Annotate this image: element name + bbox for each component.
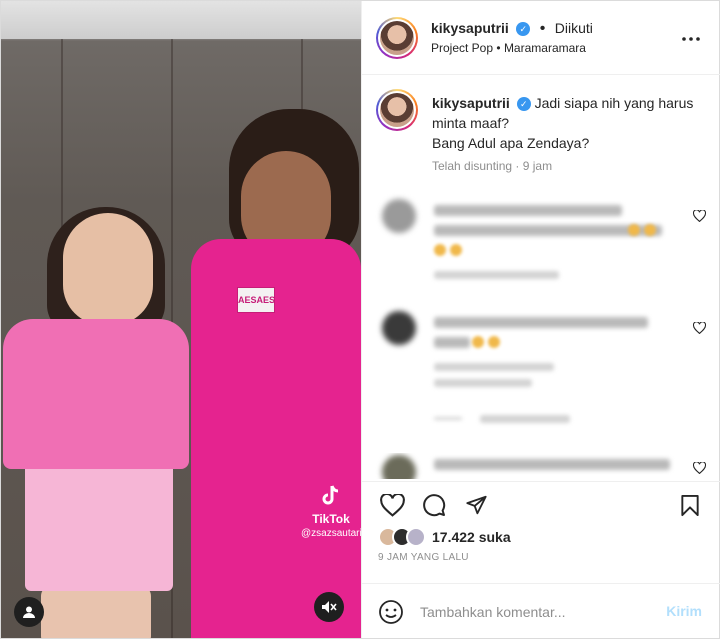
follow-status[interactable]: Diikuti [555,20,593,36]
emoji-blurred [472,336,484,348]
comment-text-blurred [434,337,470,348]
save-bookmark-icon[interactable] [677,492,703,518]
verified-badge-icon: ✓ [516,97,531,112]
caption-author-avatar[interactable] [376,89,418,131]
comment-avatar[interactable] [382,455,416,479]
comment-text-blurred [434,205,622,216]
emoji-blurred [488,336,500,348]
comment-like-heart-icon[interactable] [692,209,707,225]
post-video[interactable]: AESAES TikTok @zsazsautari [1,1,361,638]
comment-input[interactable] [420,602,640,622]
comment-avatar[interactable] [382,199,416,233]
left-person-skirt [25,459,173,591]
separator-dot: • [539,20,546,37]
video-ceiling [1,1,361,39]
comment-like-heart-icon[interactable] [692,321,707,337]
comment-text-blurred [434,459,670,470]
post-comment-button[interactable]: Kirim [666,603,702,619]
comment-text-blurred [434,317,648,328]
emoji-smiley-icon[interactable] [378,599,404,625]
caption-line-2: Bang Adul apa Zendaya? [432,135,590,151]
comment-avatar[interactable] [382,311,416,345]
liker-avatar [406,527,426,547]
emoji-blurred [450,244,462,256]
post-actions: 17.422 suka 9 JAM YANG LALU [362,481,720,581]
left-person-face [63,213,153,325]
like-heart-icon[interactable] [379,492,405,518]
user-icon[interactable] [14,597,44,627]
caption-text: kikysaputrii ✓ Jadi siapa nih yang harus… [432,93,702,153]
comment-item [362,453,720,479]
comment-meta-blurred [434,363,554,371]
view-replies-line [434,417,462,420]
author-username[interactable]: kikysaputrii [431,20,509,36]
more-options-icon[interactable] [682,25,700,46]
emoji-blurred [644,224,656,236]
author-avatar[interactable] [376,17,418,59]
view-replies-blurred[interactable] [480,415,570,423]
share-plane-icon[interactable] [463,492,489,518]
caption-username[interactable]: kikysaputrii [432,95,510,111]
name-badge: AESAES [237,287,275,313]
audio-info: Project Pop • Maramaramara [431,41,586,55]
left-person-legs [41,586,151,638]
right-person-outfit [191,239,361,638]
post-header: kikysaputrii ✓ • Diikuti Project Pop • M… [362,1,720,75]
comment-meta-blurred [434,271,559,279]
add-comment-bar: Kirim [362,583,720,638]
post-sidebar: kikysaputrii ✓ • Diikuti Project Pop • M… [361,1,720,638]
verified-badge-icon: ✓ [516,21,531,36]
tiktok-watermark: TikTok @zsazsautari [301,485,361,539]
left-person-shirt [3,319,189,469]
separator-dot: • [496,41,504,55]
likes-summary[interactable]: 17.422 suka [378,525,511,549]
audio-artist[interactable]: Project Pop [431,41,493,55]
emoji-blurred [628,224,640,236]
comment-bubble-icon[interactable] [421,492,447,518]
comment-like-heart-icon[interactable] [692,461,707,477]
muted-speaker-icon[interactable] [314,592,344,622]
emoji-blurred [434,244,446,256]
likes-count[interactable]: 17.422 suka [432,529,511,545]
caption-meta: Telah disunting · 9 jam [432,159,553,173]
audio-title[interactable]: Maramaramara [504,41,586,55]
tiktok-brand: TikTok [312,512,350,526]
post-timestamp[interactable]: 9 JAM YANG LALU [378,552,469,563]
tiktok-handle: @zsazsautari [301,528,361,539]
comment-meta-blurred [434,379,532,387]
tiktok-note-icon [301,485,361,512]
